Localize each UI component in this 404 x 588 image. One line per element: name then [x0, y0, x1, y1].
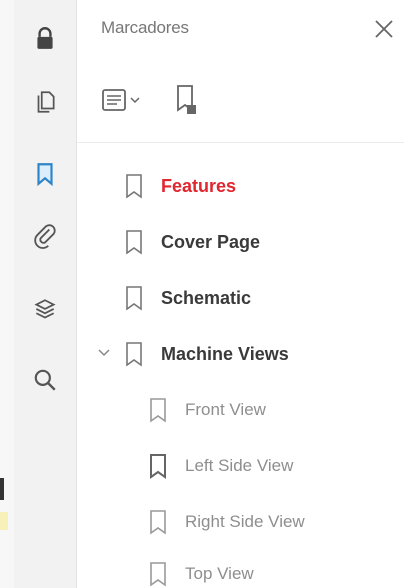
expand-toggle[interactable] — [97, 346, 111, 360]
pages-icon — [37, 91, 55, 113]
bookmark-icon — [123, 283, 145, 313]
bookmark-icon — [37, 163, 53, 187]
search-icon — [34, 369, 56, 391]
attachment-icon — [34, 224, 56, 249]
lock-button[interactable] — [29, 22, 61, 54]
document-edge — [0, 0, 15, 588]
bookmark-right-side-view[interactable]: Right Side View — [147, 502, 305, 542]
bookmark-top-view[interactable]: Top View — [147, 554, 254, 588]
close-icon — [375, 20, 393, 38]
layers-button[interactable] — [29, 294, 61, 326]
bookmark-front-view[interactable]: Front View — [147, 390, 266, 430]
options-menu-icon — [102, 89, 140, 111]
bookmark-cover-page[interactable]: Cover Page — [123, 222, 260, 262]
pages-button[interactable] — [29, 86, 61, 118]
bookmark-label: Top View — [185, 564, 254, 583]
bookmark-schematic[interactable]: Schematic — [123, 278, 251, 318]
new-bookmark-button[interactable] — [173, 82, 199, 118]
bookmark-label: Schematic — [161, 287, 252, 308]
bookmark-machine-views[interactable]: Machine Views — [123, 334, 289, 374]
bookmark-icon — [147, 507, 169, 537]
bookmark-icon — [123, 227, 145, 257]
document-highlight — [0, 512, 8, 530]
attachments-button[interactable] — [29, 220, 61, 252]
bookmark-label: Machine Views — [161, 343, 289, 364]
bookmark-features[interactable]: Features — [123, 166, 236, 206]
lock-icon — [37, 27, 53, 49]
panel-divider — [77, 142, 404, 143]
bookmark-icon — [123, 339, 145, 369]
bookmark-icon — [123, 171, 145, 201]
document-edge-mark — [0, 478, 4, 500]
bookmark-label: Cover Page — [161, 231, 261, 252]
bookmarks-button[interactable] — [29, 158, 61, 190]
layers-icon — [34, 299, 56, 319]
bookmark-icon — [147, 451, 169, 481]
bookmark-icon — [147, 395, 169, 425]
bookmarks-toolbar — [101, 82, 199, 118]
bookmark-label: Left Side View — [185, 456, 294, 475]
bookmarks-panel: Marcadores Features Cover Page Schematic… — [77, 0, 404, 588]
tool-rail — [14, 0, 77, 588]
options-menu-button[interactable] — [101, 82, 147, 118]
bookmark-icon — [147, 559, 169, 588]
bookmark-left-side-view[interactable]: Left Side View — [147, 446, 293, 486]
close-button[interactable] — [369, 14, 399, 44]
bookmark-label: Right Side View — [185, 512, 305, 531]
bookmark-label: Front View — [185, 400, 266, 419]
new-bookmark-icon — [177, 85, 196, 114]
bookmark-label: Features — [161, 175, 237, 196]
panel-title: Marcadores — [101, 18, 189, 37]
search-button[interactable] — [29, 364, 61, 396]
chevron-down-icon — [98, 349, 110, 357]
